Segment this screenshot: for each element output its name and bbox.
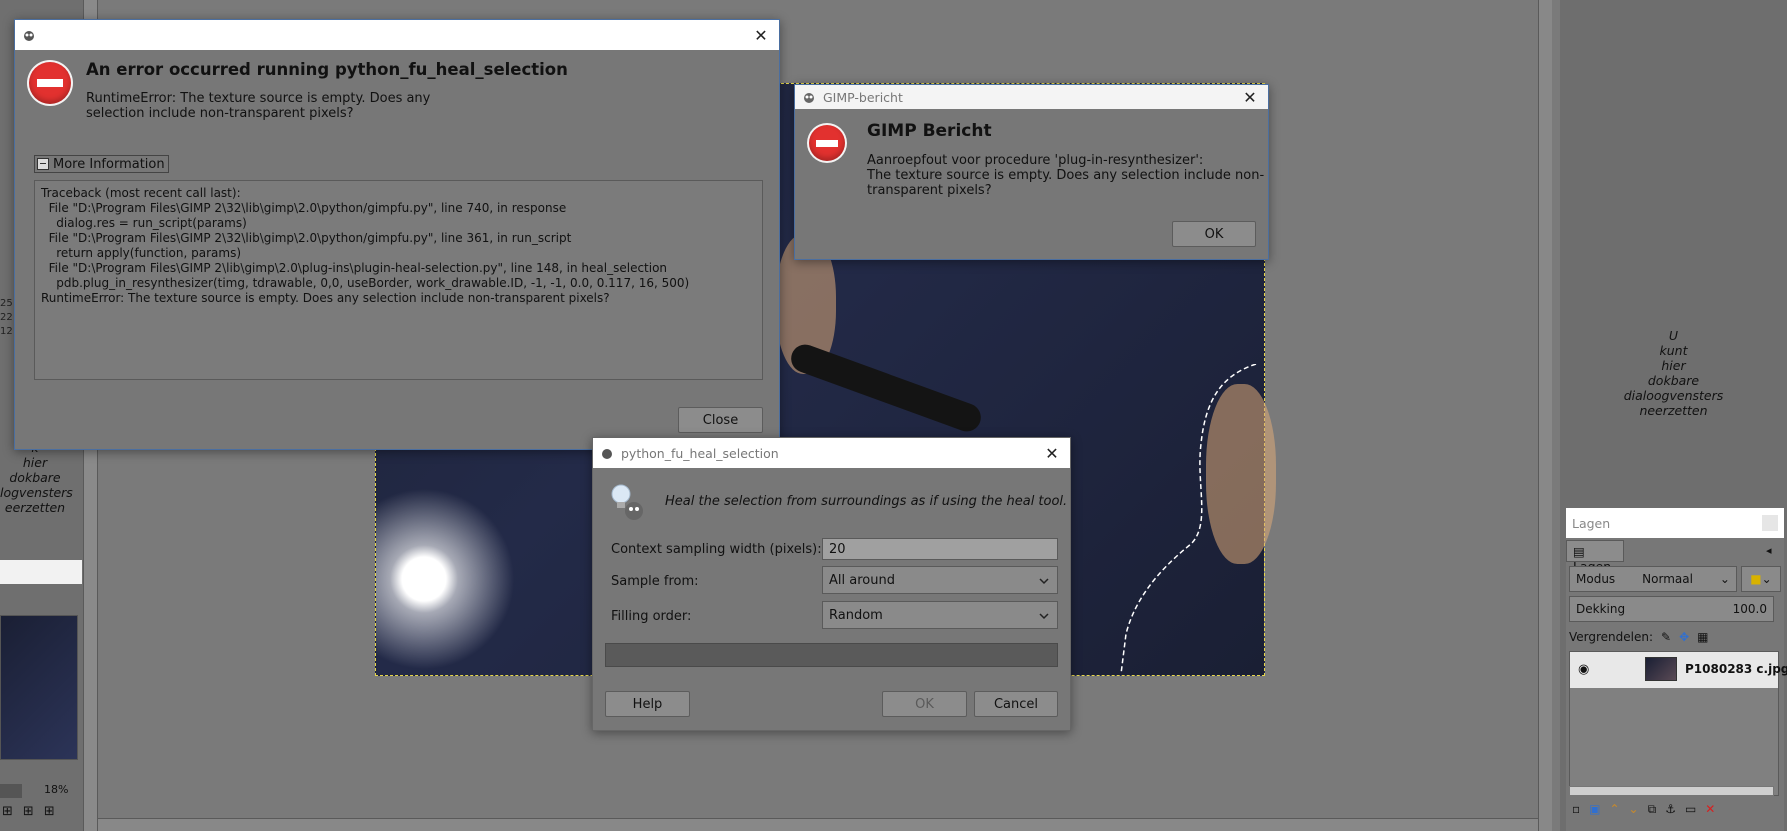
coord-value: 22 <box>0 312 13 323</box>
cancel-button[interactable]: Cancel <box>974 691 1058 717</box>
dialog-heading: GIMP Bericht <box>867 121 992 141</box>
lock-label: Vergrendelen: <box>1569 630 1654 644</box>
layer-thumbnail <box>1645 657 1677 681</box>
heal-selection-dialog: python_fu_heal_selection ✕ Heal the sele… <box>592 437 1071 731</box>
window-title: python_fu_heal_selection <box>621 445 779 461</box>
left-dock-coords: 25 22 12 <box>0 297 14 339</box>
layers-panel-close[interactable] <box>1762 515 1778 531</box>
progress-bar <box>605 643 1058 667</box>
tab-menu-icon[interactable]: ◂ <box>1766 544 1772 557</box>
navigation-buttons: ⊞ ⊞ ⊞ <box>0 804 78 822</box>
mode-value: Normaal <box>1642 572 1693 586</box>
new-layer-icon[interactable]: ▫ <box>1572 802 1580 822</box>
opacity-spinner[interactable]: Dekking 100.0 <box>1569 596 1774 622</box>
plugin-description: Heal the selection from surroundings as … <box>665 494 1068 509</box>
mode-label: Modus <box>1576 572 1616 586</box>
collapse-icon <box>37 158 49 170</box>
left-navigation-header <box>0 560 82 584</box>
sample-from-value: All around <box>829 572 895 588</box>
bottom-scrollbar[interactable] <box>98 818 1538 831</box>
photo-microphone <box>787 340 985 436</box>
help-button[interactable]: Help <box>605 691 690 717</box>
delete-layer-icon[interactable]: ✕ <box>1705 802 1715 822</box>
traceback-view[interactable]: Traceback (most recent call last): File … <box>34 180 763 380</box>
layers-panel-title: Lagen <box>1566 508 1784 538</box>
tab-layers[interactable]: ▤ Lagen <box>1566 540 1624 574</box>
layer-name: P1080283 c.jpg <box>1685 662 1787 676</box>
anchor-layer-icon[interactable]: ⚓ <box>1665 802 1676 822</box>
close-icon[interactable]: ✕ <box>1240 87 1260 107</box>
right-dock-hint: U kunt hier dokbare dialoogvensters neer… <box>1623 328 1724 418</box>
filling-order-label: Filling order: <box>611 609 692 624</box>
ok-button[interactable]: OK <box>1172 221 1256 247</box>
lock-alpha-icon[interactable]: ▦ <box>1697 630 1708 644</box>
close-button[interactable]: Close <box>678 407 763 433</box>
zoom-in-icon[interactable]: ⊞ <box>23 804 34 822</box>
gimp-wilber-icon <box>599 445 615 461</box>
gimp-report-titlebar: GIMP-bericht <box>795 85 1268 109</box>
lock-pixels-icon[interactable]: ✎ <box>1661 630 1671 644</box>
layers-action-bar: ▫ ▣ ⌃ ⌄ ⧉ ⚓ ▭ ✕ <box>1572 802 1782 822</box>
dialog-message: Aanroepfout voor procedure 'plug-in-resy… <box>867 153 1265 198</box>
raise-layer-icon[interactable]: ⌃ <box>1609 802 1619 822</box>
lock-position-icon[interactable]: ✥ <box>1679 630 1689 644</box>
layer-row[interactable]: ◉ P1080283 c.jpg <box>1570 652 1787 688</box>
mode-select[interactable]: Modus Normaal ⌄ <box>1569 566 1737 592</box>
chevron-down-icon <box>1039 578 1049 585</box>
selection-outline <box>1120 364 1257 674</box>
zoom-out-icon[interactable]: ⊞ <box>44 804 55 822</box>
mask-layer-icon[interactable]: ▭ <box>1685 802 1696 822</box>
left-dock-hint: k hier dokbare logvensters eerzetten <box>0 440 73 515</box>
gimp-report-stop-icon <box>809 125 845 161</box>
error-dialog-titlebar <box>15 20 779 50</box>
gimp-wilber-icon <box>21 27 37 43</box>
error-stop-icon <box>29 62 71 104</box>
more-information-label: More Information <box>53 156 165 172</box>
plugin-bulb-icon <box>607 482 647 526</box>
layer-mode-icon: ■ <box>1750 572 1762 586</box>
more-information-expander[interactable]: More Information <box>34 155 169 173</box>
navigation-zoom-slider[interactable] <box>0 784 22 798</box>
window-title: GIMP-bericht <box>823 89 903 105</box>
ok-button[interactable]: OK <box>882 691 967 717</box>
layers-hscroll[interactable] <box>1569 786 1774 796</box>
chevron-down-icon <box>1039 613 1049 620</box>
sample-from-select[interactable]: All around <box>822 566 1058 594</box>
chevron-down-icon: ⌄ <box>1719 572 1730 586</box>
navigation-preview <box>0 615 78 760</box>
gimp-report-dialog: GIMP-bericht ✕ GIMP Bericht Aanroepfout … <box>794 84 1269 260</box>
lower-layer-icon[interactable]: ⌄ <box>1629 802 1639 822</box>
error-message: RuntimeError: The texture source is empt… <box>86 91 431 121</box>
layers-panel: Lagen ▤ Lagen ◂ Modus Normaal ⌄ ■⌄ Dekki… <box>1566 508 1787 831</box>
filling-order-select[interactable]: Random <box>822 601 1058 629</box>
new-layer-group-icon[interactable]: ▣ <box>1589 802 1600 822</box>
layers-tab-icon: ▤ <box>1573 544 1585 559</box>
coord-value: 25 <box>0 298 13 309</box>
zoom-fit-icon[interactable]: ⊞ <box>2 804 13 822</box>
context-width-input[interactable]: 20 <box>822 538 1058 560</box>
opacity-value: 100.0 <box>1732 602 1767 616</box>
layers-list: ◉ P1080283 c.jpg <box>1569 651 1787 796</box>
layers-panel-title-text: Lagen <box>1572 516 1611 531</box>
heal-dialog-titlebar: python_fu_heal_selection <box>593 438 1070 468</box>
close-icon[interactable]: ✕ <box>751 25 771 45</box>
close-icon[interactable]: ✕ <box>1042 443 1062 463</box>
context-width-label: Context sampling width (pixels): <box>611 542 822 557</box>
gimp-wilber-icon <box>801 89 817 105</box>
filling-order-value: Random <box>829 607 883 623</box>
sample-from-label: Sample from: <box>611 574 699 589</box>
navigation-zoom: 18% <box>44 783 69 796</box>
duplicate-layer-icon[interactable]: ⧉ <box>1648 802 1657 822</box>
error-dialog: ✕ An error occurred running python_fu_he… <box>14 19 780 450</box>
mode-effects-button[interactable]: ■ ⌄ <box>1741 566 1781 592</box>
visibility-eye-icon[interactable]: ◉ <box>1578 662 1589 677</box>
right-scrollbar[interactable] <box>1538 0 1552 831</box>
traceback-text: Traceback (most recent call last): File … <box>41 186 690 305</box>
coord-value: 12 <box>0 326 13 337</box>
lock-row: Vergrendelen: ✎ ✥ ▦ <box>1569 626 1779 648</box>
opacity-label: Dekking <box>1576 602 1626 616</box>
error-heading: An error occurred running python_fu_heal… <box>86 60 568 79</box>
